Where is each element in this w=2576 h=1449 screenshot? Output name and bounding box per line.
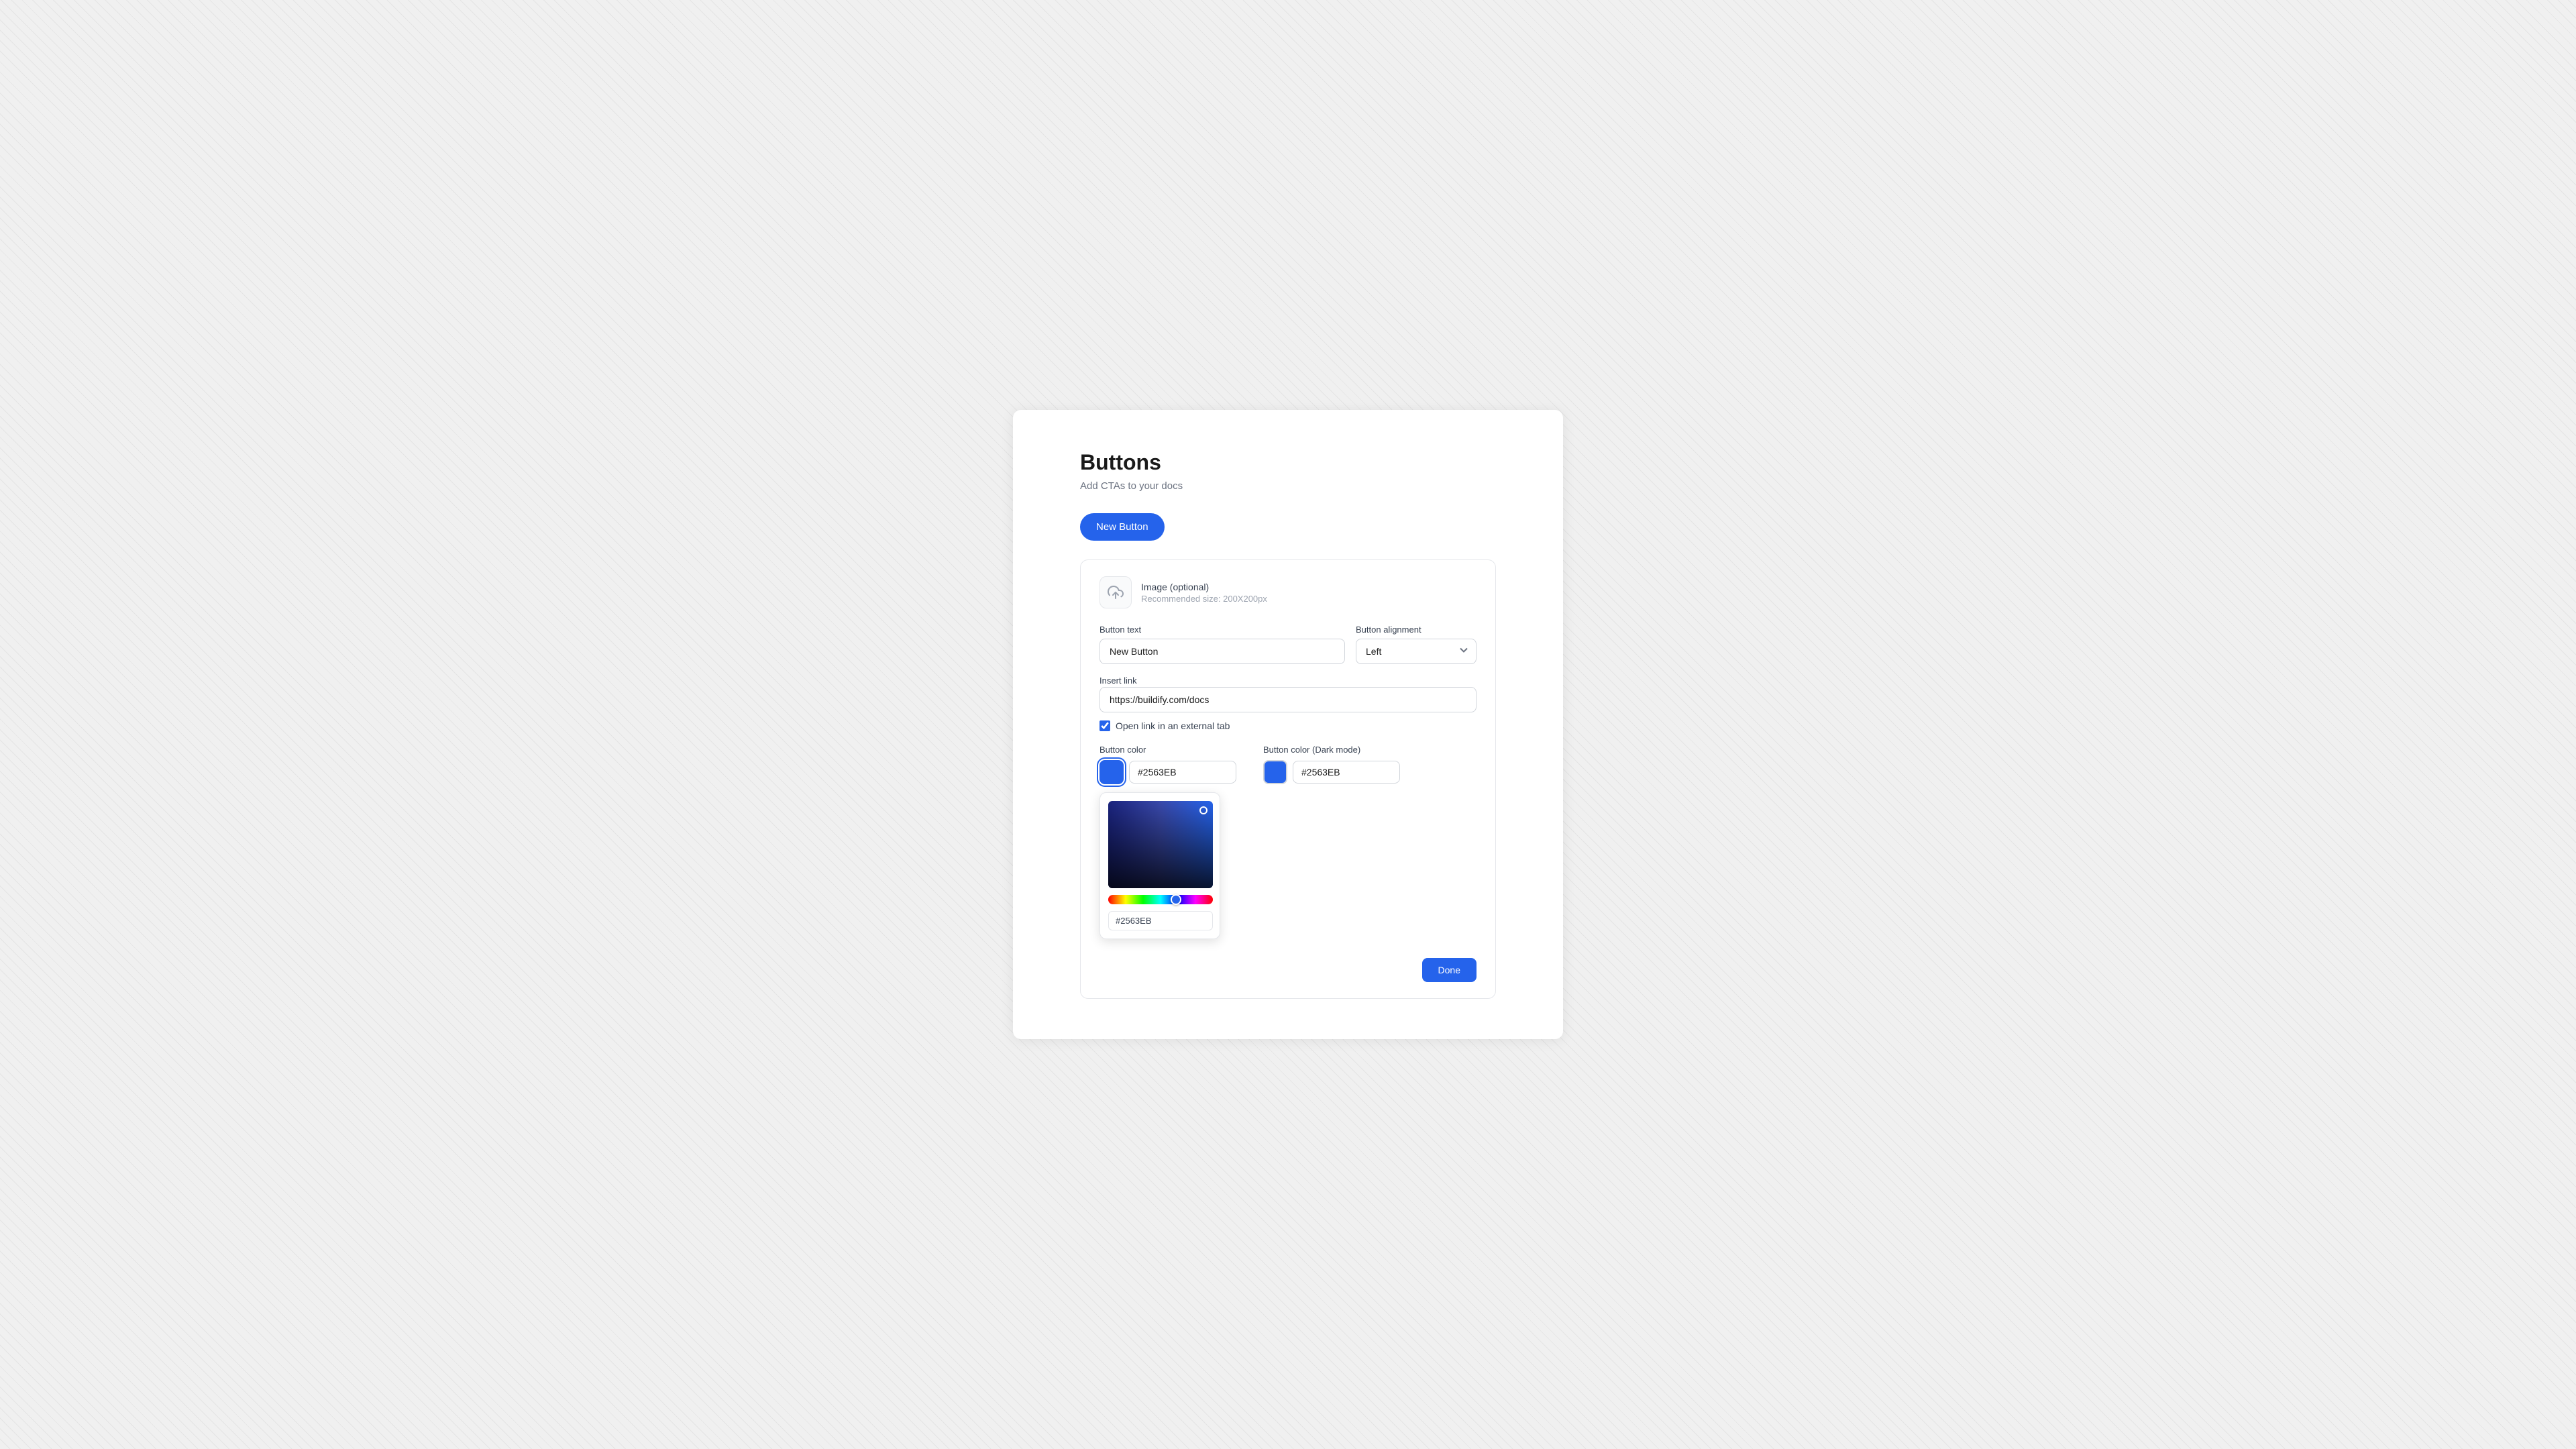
button-color-dark-label: Button color (Dark mode) bbox=[1263, 745, 1400, 755]
hex-display-input[interactable] bbox=[1108, 911, 1213, 930]
external-tab-label: Open link in an external tab bbox=[1116, 720, 1230, 731]
color-picker-popup bbox=[1099, 792, 1220, 939]
form-card: Image (optional) Recommended size: 200X2… bbox=[1080, 559, 1496, 999]
button-color-input-row bbox=[1099, 760, 1236, 784]
gradient-handle[interactable] bbox=[1199, 806, 1208, 814]
hue-handle[interactable] bbox=[1171, 894, 1181, 905]
external-tab-row[interactable]: Open link in an external tab bbox=[1099, 720, 1477, 731]
page-subtitle: Add CTAs to your docs bbox=[1080, 480, 1496, 492]
page-title: Buttons bbox=[1080, 450, 1496, 475]
button-color-dark-group: Button color (Dark mode) bbox=[1263, 745, 1400, 784]
image-hint: Recommended size: 200X200px bbox=[1141, 594, 1267, 604]
link-input[interactable] bbox=[1099, 687, 1477, 712]
button-text-group: Button text bbox=[1099, 625, 1345, 664]
preview-button[interactable]: New Button bbox=[1080, 513, 1165, 541]
color-section: Button color Button color (Da bbox=[1099, 745, 1477, 939]
done-button[interactable]: Done bbox=[1422, 958, 1477, 982]
button-alignment-label: Button alignment bbox=[1356, 625, 1477, 635]
insert-link-label: Insert link bbox=[1099, 676, 1137, 686]
button-color-dark-swatch[interactable] bbox=[1263, 760, 1287, 784]
button-color-dark-input-row bbox=[1263, 760, 1400, 784]
insert-link-group: Insert link bbox=[1099, 675, 1477, 712]
upload-icon bbox=[1108, 584, 1124, 600]
button-color-dark-hex-input[interactable] bbox=[1293, 761, 1400, 784]
alignment-select[interactable]: Left Center Right bbox=[1356, 639, 1477, 664]
external-tab-checkbox[interactable] bbox=[1099, 720, 1110, 731]
hue-slider[interactable] bbox=[1108, 895, 1213, 904]
link-input-wrapper bbox=[1099, 687, 1477, 712]
image-upload-area[interactable]: Image (optional) Recommended size: 200X2… bbox=[1099, 576, 1477, 608]
button-text-label: Button text bbox=[1099, 625, 1345, 635]
clearfix: Done bbox=[1099, 953, 1477, 982]
upload-icon-box[interactable] bbox=[1099, 576, 1132, 608]
button-color-swatch[interactable] bbox=[1099, 760, 1124, 784]
button-color-hex-input[interactable] bbox=[1129, 761, 1236, 784]
button-text-row: Button text Button alignment Left Center… bbox=[1099, 625, 1477, 664]
alignment-select-wrapper[interactable]: Left Center Right bbox=[1356, 639, 1477, 664]
button-text-input[interactable] bbox=[1099, 639, 1345, 664]
page-container: Buttons Add CTAs to your docs New Button… bbox=[1013, 410, 1563, 1039]
button-color-group: Button color bbox=[1099, 745, 1236, 939]
color-gradient-area[interactable] bbox=[1108, 801, 1213, 888]
button-alignment-group: Button alignment Left Center Right bbox=[1356, 625, 1477, 664]
image-optional-label: Image (optional) bbox=[1141, 582, 1267, 592]
button-color-label: Button color bbox=[1099, 745, 1236, 755]
image-info: Image (optional) Recommended size: 200X2… bbox=[1141, 582, 1267, 604]
